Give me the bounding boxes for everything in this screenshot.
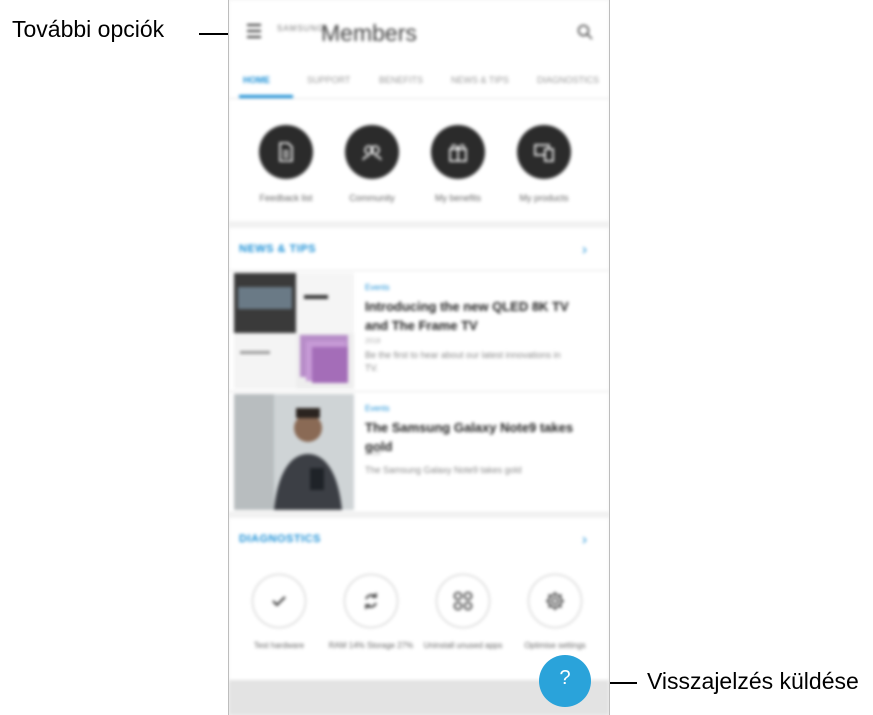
search-icon[interactable] (577, 24, 593, 40)
news-item[interactable]: Events The Samsung Galaxy Note9 takes go… (229, 392, 609, 513)
news-description: The Samsung Galaxy Note9 takes gold (365, 465, 522, 475)
phone-screen: SAMSUNG Members HOME SUPPORT BENEFITS NE… (228, 0, 610, 715)
news-item[interactable]: Events Introducing the new QLED 8K TV an… (229, 271, 609, 392)
tab-benefits[interactable]: BENEFITS (379, 75, 423, 85)
news-tips-title: NEWS & TIPS (239, 243, 317, 255)
refresh-icon (365, 593, 377, 609)
chevron-right-icon: › (582, 241, 587, 258)
brand-label: SAMSUNG (277, 24, 325, 33)
diagnostic-ram-storage[interactable]: RAM 14% Storage 27% (324, 574, 418, 652)
diagnostic-label: RAM 14% Storage 27% (328, 641, 414, 650)
tab-diagnostics[interactable]: DIAGNOSTICS (537, 75, 599, 85)
news-tips-header[interactable]: NEWS & TIPS › (229, 228, 609, 271)
news-description: Be the first to hear about our latest in… (365, 350, 561, 373)
tab-support[interactable]: SUPPORT (307, 75, 350, 85)
quick-action-my-benefits[interactable]: My benefits (418, 125, 498, 203)
news-title: The Samsung Galaxy Note9 takes gold (365, 420, 574, 454)
question-mark-icon: ? (559, 667, 571, 689)
diagnostics-header[interactable]: DIAGNOSTICS › (229, 518, 609, 559)
news-thumbnail (234, 273, 354, 389)
quick-action-label: Feedback list (259, 193, 313, 203)
gift-icon (449, 144, 467, 162)
news-thumbnail (234, 394, 354, 510)
quick-action-community[interactable]: Community (332, 125, 412, 203)
tab-bar: HOME SUPPORT BENEFITS NEWS & TIPS DIAGNO… (229, 64, 609, 99)
diagnostic-optimise-settings[interactable]: Optimise settings (508, 574, 602, 652)
tab-indicator (239, 95, 293, 98)
quick-action-feedback-list[interactable]: Feedback list (246, 125, 326, 203)
diagnostic-uninstall-apps[interactable]: Uninstall unused apps (416, 574, 510, 652)
news-category: Events (365, 404, 390, 413)
chevron-right-icon: › (582, 531, 587, 548)
apps-grid-icon (453, 591, 473, 611)
send-feedback-button[interactable]: ? (539, 655, 591, 707)
menu-icon[interactable] (247, 24, 261, 38)
app-title: Members (321, 20, 417, 46)
send-feedback-callout: Visszajelzés küldése (647, 668, 859, 694)
tab-news-tips[interactable]: NEWS & TIPS (451, 75, 509, 85)
quick-actions: Feedback list Community My benefits My p… (229, 99, 609, 221)
diagnostic-label: Test hardware (253, 641, 305, 650)
quick-action-label: Community (349, 193, 395, 203)
people-icon (362, 145, 382, 161)
document-icon (279, 142, 293, 162)
check-icon (272, 596, 286, 607)
news-date: 2018 (365, 338, 381, 345)
gear-icon (546, 592, 564, 610)
news-title: Introducing the new QLED 8K TV and The F… (365, 299, 569, 333)
diagnostics-title: DIAGNOSTICS (239, 533, 321, 545)
tab-home[interactable]: HOME (243, 75, 270, 85)
diagnostic-label: Optimise settings (524, 641, 586, 650)
app-bar: SAMSUNG Members (229, 0, 609, 64)
more-options-callout: További opciók (12, 16, 165, 42)
devices-icon (534, 144, 554, 162)
quick-action-label: My products (519, 193, 569, 203)
diagnostic-label: Uninstall unused apps (423, 641, 503, 650)
diagnostic-test-hardware[interactable]: Test hardware (232, 574, 326, 652)
news-category: Events (365, 283, 390, 292)
quick-action-label: My benefits (434, 193, 482, 203)
quick-action-my-products[interactable]: My products (504, 125, 584, 203)
news-date: 2018 (365, 450, 381, 457)
